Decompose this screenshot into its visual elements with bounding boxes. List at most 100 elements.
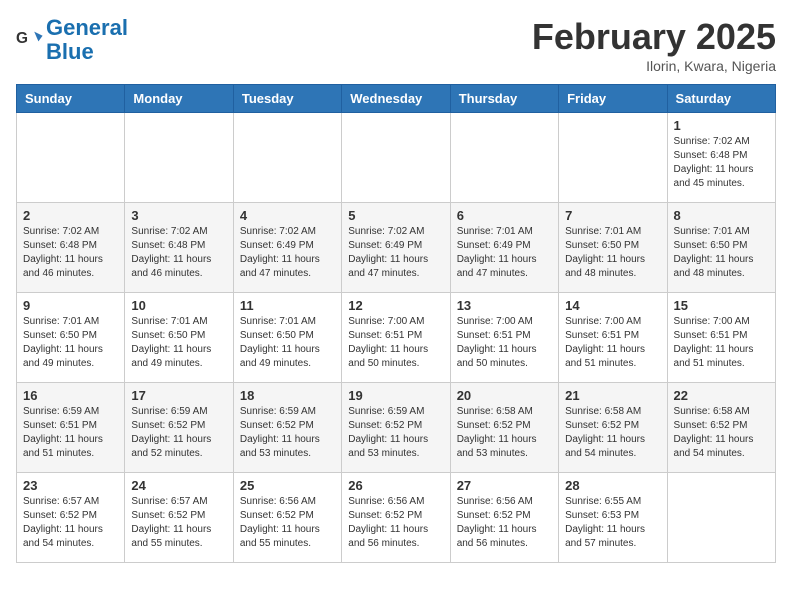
day-number: 27: [457, 478, 552, 493]
calendar-cell: 6 Sunrise: 7:01 AM Sunset: 6:49 PM Daylig…: [450, 203, 558, 293]
day-number: 6: [457, 208, 552, 223]
calendar-cell: [233, 113, 341, 203]
calendar-week-row: 2 Sunrise: 7:02 AM Sunset: 6:48 PM Daylig…: [17, 203, 776, 293]
day-info: Sunrise: 6:59 AM Sunset: 6:51 PM Dayligh…: [23, 405, 118, 461]
calendar-cell: [125, 113, 233, 203]
logo-text: General Blue: [46, 16, 128, 64]
day-number: 14: [565, 298, 660, 313]
day-number: 20: [457, 388, 552, 403]
calendar-cell: 24 Sunrise: 6:57 AM Sunset: 6:52 PM Dayli…: [125, 473, 233, 563]
calendar-cell: 12 Sunrise: 7:00 AM Sunset: 6:51 PM Dayli…: [342, 293, 450, 383]
calendar-week-row: 16 Sunrise: 6:59 AM Sunset: 6:51 PM Dayli…: [17, 383, 776, 473]
weekday-header-saturday: Saturday: [667, 85, 775, 113]
calendar-cell: [17, 113, 125, 203]
day-info: Sunrise: 7:02 AM Sunset: 6:48 PM Dayligh…: [131, 225, 226, 281]
day-number: 25: [240, 478, 335, 493]
day-info: Sunrise: 7:00 AM Sunset: 6:51 PM Dayligh…: [674, 315, 769, 371]
calendar-cell: 18 Sunrise: 6:59 AM Sunset: 6:52 PM Dayli…: [233, 383, 341, 473]
calendar-cell: 17Sunrise: 6:59 AM Sunset: 6:52 PM Dayli…: [125, 383, 233, 473]
day-info: Sunrise: 6:58 AM Sunset: 6:52 PM Dayligh…: [674, 405, 769, 461]
day-info: Sunrise: 7:01 AM Sunset: 6:50 PM Dayligh…: [565, 225, 660, 281]
logo-icon: G: [16, 26, 44, 54]
day-number: 1: [674, 118, 769, 133]
day-number: 18: [240, 388, 335, 403]
logo: G General Blue: [16, 16, 128, 64]
weekday-header-tuesday: Tuesday: [233, 85, 341, 113]
calendar-cell: 1 Sunrise: 7:02 AM Sunset: 6:48 PM Daylig…: [667, 113, 775, 203]
calendar-table: SundayMondayTuesdayWednesdayThursdayFrid…: [16, 84, 776, 563]
day-number: 2: [23, 208, 118, 223]
day-number: 21: [565, 388, 660, 403]
calendar-cell: 5Sunrise: 7:02 AM Sunset: 6:49 PM Daylig…: [342, 203, 450, 293]
calendar-week-row: 23 Sunrise: 6:57 AM Sunset: 6:52 PM Dayli…: [17, 473, 776, 563]
day-info: Sunrise: 6:57 AM Sunset: 6:52 PM Dayligh…: [131, 495, 226, 551]
calendar-cell: 16 Sunrise: 6:59 AM Sunset: 6:51 PM Dayli…: [17, 383, 125, 473]
day-info: Sunrise: 7:01 AM Sunset: 6:50 PM Dayligh…: [240, 315, 335, 371]
calendar-cell: 22 Sunrise: 6:58 AM Sunset: 6:52 PM Dayli…: [667, 383, 775, 473]
calendar-cell: 15 Sunrise: 7:00 AM Sunset: 6:51 PM Dayli…: [667, 293, 775, 383]
calendar-cell: 10Sunrise: 7:01 AM Sunset: 6:50 PM Dayli…: [125, 293, 233, 383]
calendar-cell: 25 Sunrise: 6:56 AM Sunset: 6:52 PM Dayli…: [233, 473, 341, 563]
day-number: 19: [348, 388, 443, 403]
day-info: Sunrise: 7:02 AM Sunset: 6:49 PM Dayligh…: [240, 225, 335, 281]
day-number: 22: [674, 388, 769, 403]
day-info: Sunrise: 7:00 AM Sunset: 6:51 PM Dayligh…: [348, 315, 443, 371]
calendar-cell: 7 Sunrise: 7:01 AM Sunset: 6:50 PM Daylig…: [559, 203, 667, 293]
day-number: 8: [674, 208, 769, 223]
calendar-week-row: 9 Sunrise: 7:01 AM Sunset: 6:50 PM Daylig…: [17, 293, 776, 383]
calendar-cell: [559, 113, 667, 203]
day-number: 13: [457, 298, 552, 313]
day-info: Sunrise: 7:02 AM Sunset: 6:48 PM Dayligh…: [23, 225, 118, 281]
page-header: G General Blue February 2025 Ilorin, Kwa…: [16, 16, 776, 74]
day-info: Sunrise: 7:01 AM Sunset: 6:49 PM Dayligh…: [457, 225, 552, 281]
day-number: 11: [240, 298, 335, 313]
day-info: Sunrise: 6:57 AM Sunset: 6:52 PM Dayligh…: [23, 495, 118, 551]
weekday-header-monday: Monday: [125, 85, 233, 113]
day-info: Sunrise: 7:02 AM Sunset: 6:48 PM Dayligh…: [674, 135, 769, 191]
calendar-cell: 26 Sunrise: 6:56 AM Sunset: 6:52 PM Dayli…: [342, 473, 450, 563]
day-number: 26: [348, 478, 443, 493]
day-info: Sunrise: 6:56 AM Sunset: 6:52 PM Dayligh…: [240, 495, 335, 551]
day-info: Sunrise: 7:00 AM Sunset: 6:51 PM Dayligh…: [457, 315, 552, 371]
day-number: 28: [565, 478, 660, 493]
weekday-header-row: SundayMondayTuesdayWednesdayThursdayFrid…: [17, 85, 776, 113]
calendar-cell: 11 Sunrise: 7:01 AM Sunset: 6:50 PM Dayli…: [233, 293, 341, 383]
day-number: 5: [348, 208, 443, 223]
calendar-cell: 28Sunrise: 6:55 AM Sunset: 6:53 PM Dayli…: [559, 473, 667, 563]
calendar-cell: 2 Sunrise: 7:02 AM Sunset: 6:48 PM Daylig…: [17, 203, 125, 293]
day-number: 9: [23, 298, 118, 313]
day-info: Sunrise: 6:59 AM Sunset: 6:52 PM Dayligh…: [240, 405, 335, 461]
day-number: 12: [348, 298, 443, 313]
day-info: Sunrise: 7:00 AM Sunset: 6:51 PM Dayligh…: [565, 315, 660, 371]
calendar-cell: 9Sunrise: 7:01 AM Sunset: 6:50 PM Daylig…: [17, 293, 125, 383]
day-number: 24: [131, 478, 226, 493]
weekday-header-thursday: Thursday: [450, 85, 558, 113]
calendar-cell: 8 Sunrise: 7:01 AM Sunset: 6:50 PM Daylig…: [667, 203, 775, 293]
day-number: 23: [23, 478, 118, 493]
weekday-header-wednesday: Wednesday: [342, 85, 450, 113]
calendar-cell: 13 Sunrise: 7:00 AM Sunset: 6:51 PM Dayli…: [450, 293, 558, 383]
calendar-cell: 3 Sunrise: 7:02 AM Sunset: 6:48 PM Daylig…: [125, 203, 233, 293]
weekday-header-sunday: Sunday: [17, 85, 125, 113]
day-info: Sunrise: 6:58 AM Sunset: 6:52 PM Dayligh…: [565, 405, 660, 461]
calendar-cell: 19 Sunrise: 6:59 AM Sunset: 6:52 PM Dayli…: [342, 383, 450, 473]
calendar-cell: 23 Sunrise: 6:57 AM Sunset: 6:52 PM Dayli…: [17, 473, 125, 563]
month-title: February 2025: [532, 16, 776, 58]
calendar-cell: 27 Sunrise: 6:56 AM Sunset: 6:52 PM Dayli…: [450, 473, 558, 563]
day-info: Sunrise: 6:59 AM Sunset: 6:52 PM Dayligh…: [131, 405, 226, 461]
calendar-cell: 21 Sunrise: 6:58 AM Sunset: 6:52 PM Dayli…: [559, 383, 667, 473]
day-number: 16: [23, 388, 118, 403]
day-info: Sunrise: 7:01 AM Sunset: 6:50 PM Dayligh…: [674, 225, 769, 281]
day-info: Sunrise: 6:56 AM Sunset: 6:52 PM Dayligh…: [348, 495, 443, 551]
day-info: Sunrise: 6:56 AM Sunset: 6:52 PM Dayligh…: [457, 495, 552, 551]
location: Ilorin, Kwara, Nigeria: [532, 58, 776, 74]
day-number: 7: [565, 208, 660, 223]
day-number: 15: [674, 298, 769, 313]
day-number: 3: [131, 208, 226, 223]
day-number: 4: [240, 208, 335, 223]
day-info: Sunrise: 6:59 AM Sunset: 6:52 PM Dayligh…: [348, 405, 443, 461]
day-info: Sunrise: 6:58 AM Sunset: 6:52 PM Dayligh…: [457, 405, 552, 461]
day-info: Sunrise: 7:01 AM Sunset: 6:50 PM Dayligh…: [131, 315, 226, 371]
calendar-cell: [667, 473, 775, 563]
weekday-header-friday: Friday: [559, 85, 667, 113]
